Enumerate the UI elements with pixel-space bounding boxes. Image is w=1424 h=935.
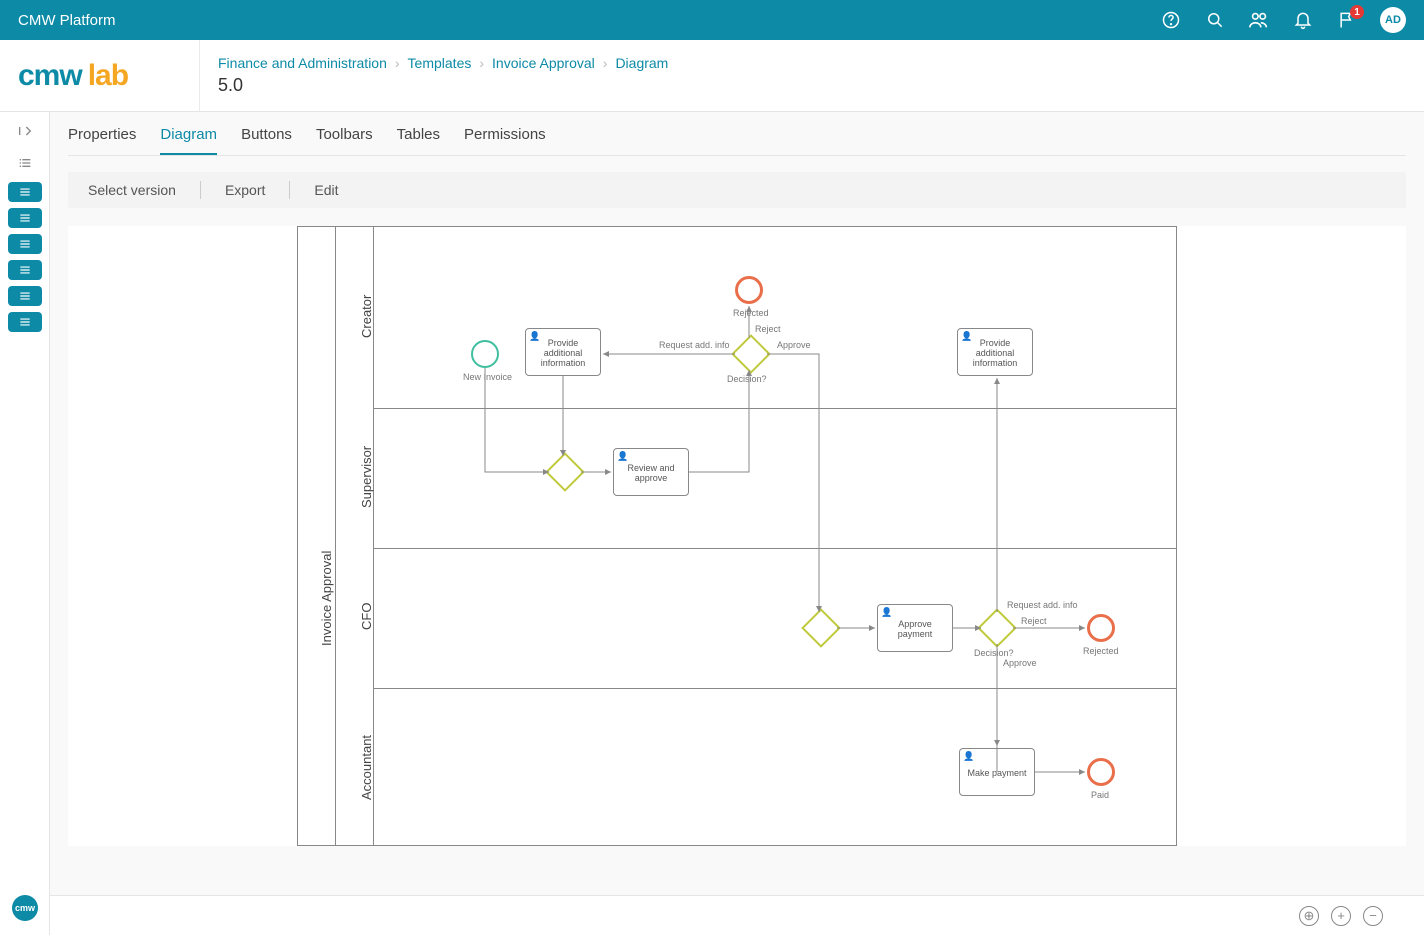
bell-icon[interactable] — [1292, 9, 1314, 31]
brand-icon[interactable]: cmw — [12, 895, 38, 921]
crumb-2[interactable]: Invoice Approval — [492, 55, 595, 71]
flag-icon[interactable]: 1 — [1336, 9, 1358, 31]
tab-buttons[interactable]: Buttons — [241, 126, 292, 155]
notification-badge: 1 — [1350, 5, 1364, 19]
zoom-out-icon[interactable]: − — [1363, 906, 1383, 926]
tab-tables[interactable]: Tables — [397, 126, 440, 155]
export-button[interactable]: Export — [219, 180, 271, 200]
avatar[interactable]: AD — [1380, 7, 1406, 33]
crumb-1[interactable]: Templates — [408, 55, 472, 71]
diagram-canvas[interactable]: Invoice Approval Creator Supervisor CFO … — [68, 226, 1406, 846]
tab-diagram[interactable]: Diagram — [160, 126, 217, 155]
nav-item-3[interactable] — [8, 234, 42, 254]
tab-toolbars[interactable]: Toolbars — [316, 126, 373, 155]
app-title: CMW Platform — [18, 12, 116, 29]
tab-permissions[interactable]: Permissions — [464, 126, 546, 155]
crumb-0[interactable]: Finance and Administration — [218, 55, 387, 71]
nav-item-4[interactable] — [8, 260, 42, 280]
crumb-3[interactable]: Diagram — [615, 55, 668, 71]
help-icon[interactable] — [1160, 9, 1182, 31]
list-icon[interactable] — [8, 152, 42, 174]
nav-item-1[interactable] — [8, 182, 42, 202]
logo[interactable]: cmwlab — [0, 40, 200, 111]
zoom-in-icon[interactable]: + — [1331, 906, 1351, 926]
tabs: Properties Diagram Buttons Toolbars Tabl… — [68, 112, 1406, 156]
fit-icon[interactable]: ⊕ — [1299, 906, 1319, 926]
breadcrumb: Finance and Administration› Templates› I… — [218, 55, 668, 71]
diagram-toolbar: Select version Export Edit — [68, 172, 1406, 208]
nav-item-6[interactable] — [8, 312, 42, 332]
select-version-button[interactable]: Select version — [82, 180, 182, 200]
nav-item-5[interactable] — [8, 286, 42, 306]
edit-button[interactable]: Edit — [308, 180, 344, 200]
users-icon[interactable] — [1248, 9, 1270, 31]
collapse-icon[interactable] — [8, 120, 42, 142]
page-version: 5.0 — [218, 75, 668, 96]
nav-item-2[interactable] — [8, 208, 42, 228]
search-icon[interactable] — [1204, 9, 1226, 31]
tab-properties[interactable]: Properties — [68, 126, 136, 155]
